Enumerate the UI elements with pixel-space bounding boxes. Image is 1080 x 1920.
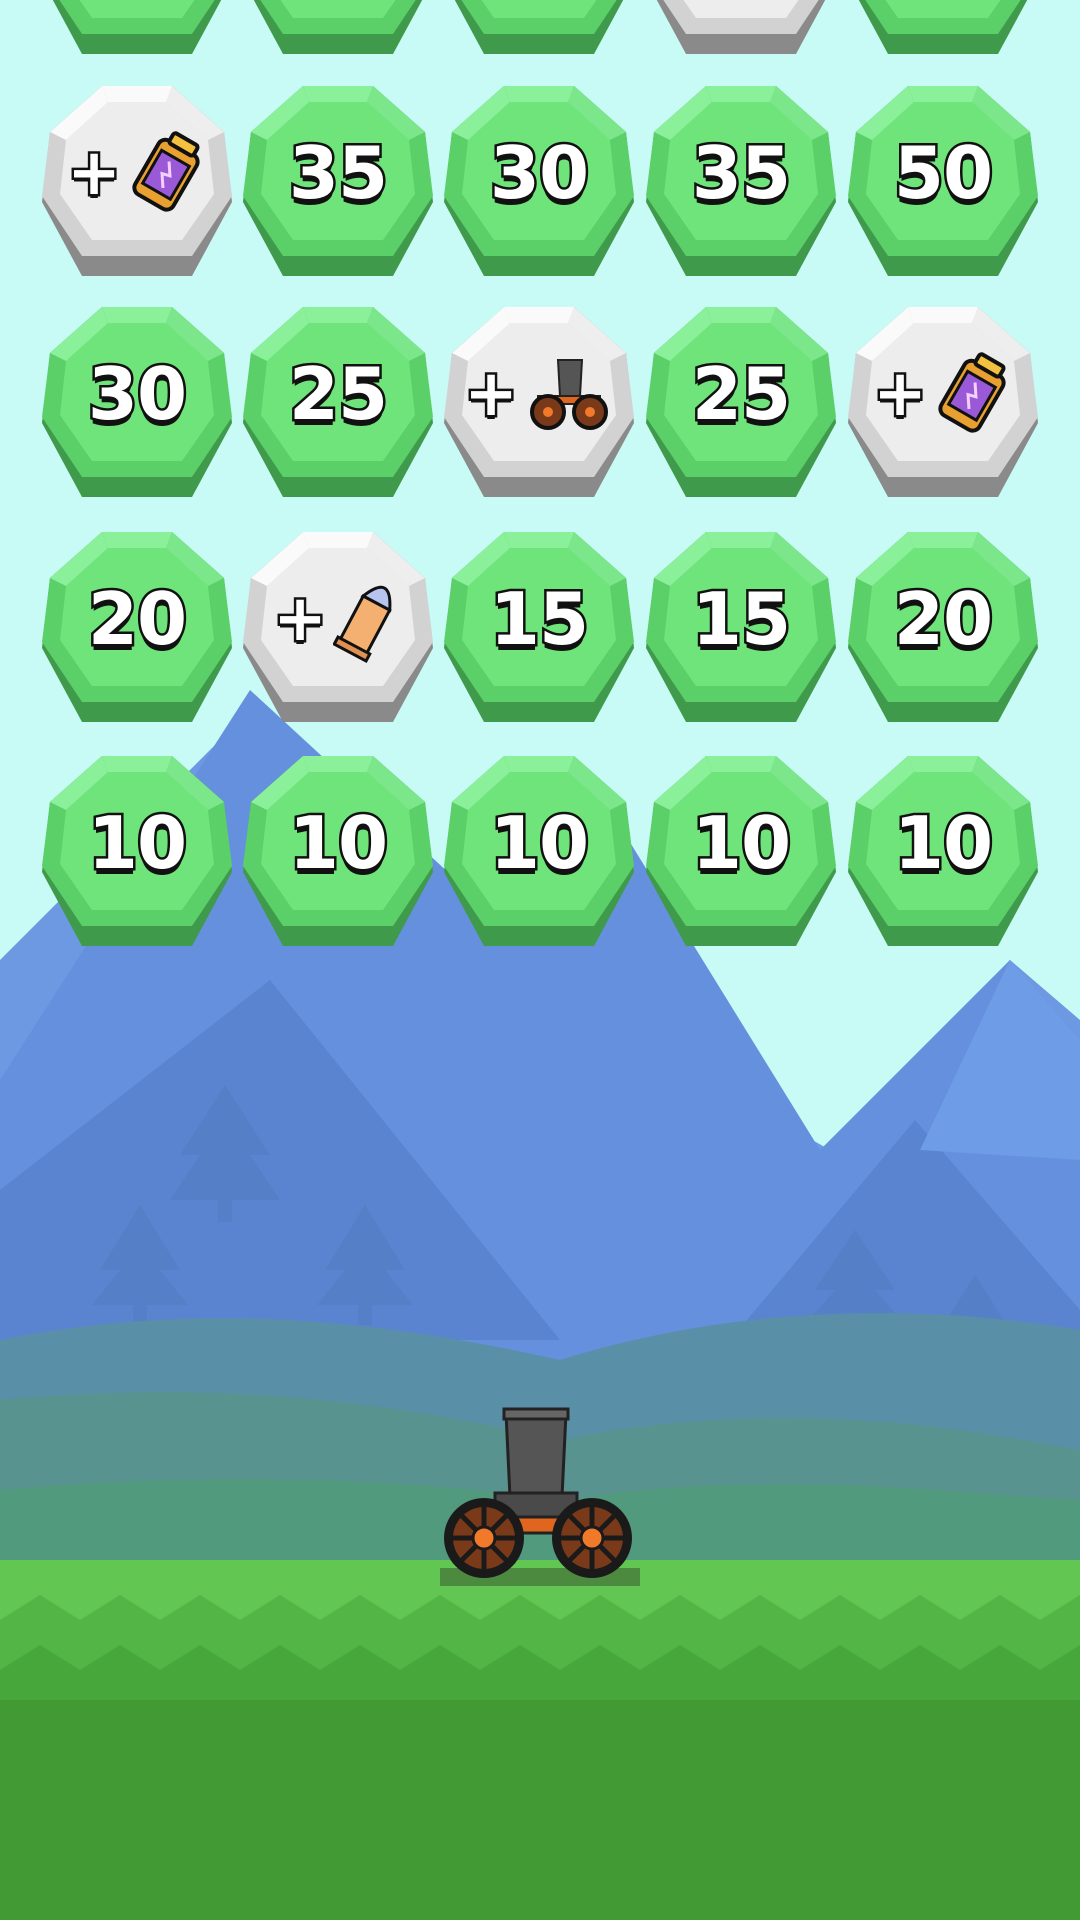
bonus-block: + — [848, 305, 1038, 501]
block-hit-count: 35 — [286, 129, 390, 218]
bonus-block: + — [42, 84, 232, 280]
number-block: 20 — [42, 530, 232, 726]
block-hit-count: 10 — [286, 799, 390, 888]
battery-powerup-icon — [938, 352, 1006, 433]
number-block — [243, 0, 433, 58]
block-hit-count: 50 — [891, 129, 995, 218]
number-block — [848, 0, 1038, 58]
block-hit-count: 25 — [286, 350, 390, 439]
block-hit-count: 10 — [487, 799, 591, 888]
number-block: 35 — [646, 84, 836, 280]
plus-sign: + — [271, 582, 330, 656]
number-block — [444, 0, 634, 58]
battery-powerup-icon — [132, 131, 200, 212]
number-block: 10 — [444, 754, 634, 950]
number-block: 30 — [444, 84, 634, 280]
bonus-block — [646, 0, 836, 58]
bonus-content — [646, 0, 836, 40]
bonus-content: + — [243, 530, 433, 708]
bullet-powerup-icon — [332, 585, 392, 664]
number-block: 15 — [646, 530, 836, 726]
number-block: 15 — [444, 530, 634, 726]
plus-sign: + — [462, 357, 521, 431]
block-hit-count: 25 — [689, 350, 793, 439]
number-block: 35 — [243, 84, 433, 280]
number-block: 10 — [646, 754, 836, 950]
block-hit-count: 20 — [891, 575, 995, 664]
block-hit-count: 20 — [85, 575, 189, 664]
number-block: 25 — [646, 305, 836, 501]
block-hit-count — [444, 0, 634, 40]
number-block: 25 — [243, 305, 433, 501]
player-cannon[interactable] — [440, 1405, 640, 1590]
block-hit-count — [243, 0, 433, 40]
block-hit-count: 10 — [891, 799, 995, 888]
number-block: 20 — [848, 530, 1038, 726]
bonus-block: + — [444, 305, 634, 501]
bonus-content: + — [444, 305, 634, 483]
bonus-block: + — [243, 530, 433, 726]
bonus-content: + — [848, 305, 1038, 483]
gem-grid: +35 30 35 50 30 25 +25 +20 +15 15 20 10 10 10 10 10 — [0, 0, 1080, 1920]
plus-sign: + — [65, 136, 124, 210]
block-hit-count: 35 — [689, 129, 793, 218]
block-hit-count: 30 — [85, 350, 189, 439]
number-block: 50 — [848, 84, 1038, 280]
number-block: 10 — [243, 754, 433, 950]
block-hit-count: 10 — [689, 799, 793, 888]
number-block: 30 — [42, 305, 232, 501]
block-hit-count — [848, 0, 1038, 40]
cannon-icon — [440, 1407, 640, 1586]
number-block: 10 — [42, 754, 232, 950]
plus-sign: + — [871, 357, 930, 431]
cannon-powerup-icon — [529, 359, 608, 430]
number-block — [42, 0, 232, 58]
block-hit-count — [42, 0, 232, 40]
block-hit-count: 30 — [487, 129, 591, 218]
bonus-content: + — [42, 84, 232, 262]
number-block: 10 — [848, 754, 1038, 950]
block-hit-count: 15 — [689, 575, 793, 664]
block-hit-count: 10 — [85, 799, 189, 888]
block-hit-count: 15 — [487, 575, 591, 664]
